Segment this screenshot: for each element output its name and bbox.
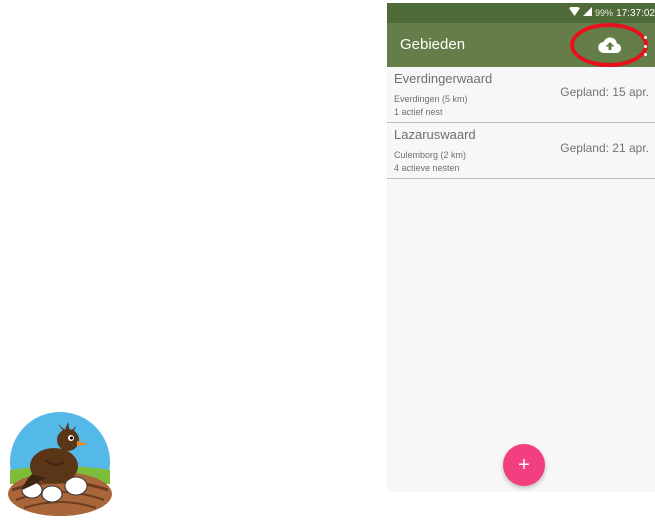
- add-area-button[interactable]: +: [503, 444, 545, 486]
- status-bar: 99% 17:37:02: [387, 3, 655, 23]
- plus-icon: +: [518, 453, 530, 476]
- list-item[interactable]: Lazaruswaard Culemborg (2 km) 4 actieve …: [387, 123, 655, 179]
- area-location: Everdingen (5 km): [394, 94, 468, 104]
- area-location: Culemborg (2 km): [394, 150, 467, 160]
- area-planned-date: Gepland: 21 apr.: [560, 141, 649, 155]
- signal-icon: [583, 7, 593, 19]
- phone-screen: 99% 17:37:02 Gebieden Everdingerwaard Ev…: [387, 3, 655, 492]
- more-options-button[interactable]: [641, 36, 649, 56]
- wifi-icon: [569, 6, 581, 19]
- upload-button[interactable]: [596, 32, 624, 58]
- area-name: Lazaruswaard: [394, 127, 476, 142]
- area-nest-count: 4 actieve nesten: [394, 163, 460, 173]
- clock: 17:37:02: [616, 7, 655, 19]
- app-bar: Gebieden: [387, 23, 655, 67]
- list-item[interactable]: Everdingerwaard Everdingen (5 km) 1 acti…: [387, 67, 655, 123]
- area-name: Everdingerwaard: [394, 71, 493, 86]
- cloud-upload-icon: [598, 37, 622, 54]
- battery-level: 99%: [595, 8, 614, 18]
- more-vert-icon: [643, 36, 647, 39]
- bird-nest-logo: [2, 404, 120, 522]
- area-nest-count: 1 actief nest: [394, 107, 443, 117]
- page-title: Gebieden: [400, 36, 466, 53]
- area-list: Everdingerwaard Everdingen (5 km) 1 acti…: [387, 67, 655, 179]
- area-planned-date: Gepland: 15 apr.: [560, 85, 649, 99]
